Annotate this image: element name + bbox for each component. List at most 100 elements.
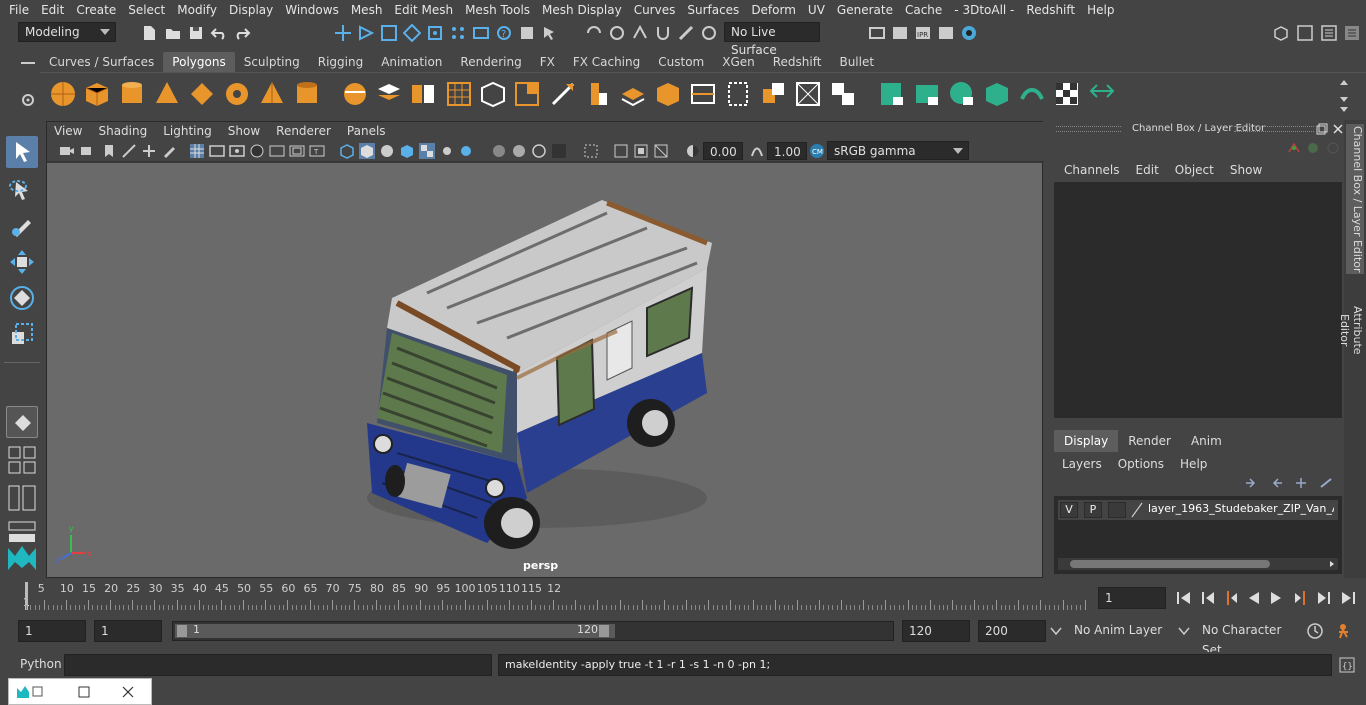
drag-handle-right[interactable] [1234, 126, 1314, 132]
combine-icon[interactable] [340, 79, 370, 109]
open-scene-icon[interactable] [164, 24, 182, 42]
gear-icon[interactable] [20, 92, 36, 108]
redo-icon[interactable] [233, 24, 251, 42]
menu-deform[interactable]: Deform [745, 0, 802, 20]
gamma-icon[interactable] [749, 143, 765, 159]
camera-attributes-icon[interactable] [80, 143, 96, 159]
menu-edit[interactable]: Edit [35, 0, 70, 20]
layout-four-button[interactable] [6, 444, 38, 476]
gamma-field[interactable]: 1.00 [767, 142, 807, 160]
snap-point-icon[interactable] [449, 24, 467, 42]
poly-torus-icon[interactable] [222, 79, 252, 109]
save-scene-icon[interactable] [187, 24, 205, 42]
options-menu[interactable]: Options [1110, 454, 1172, 474]
float-icon[interactable] [1316, 123, 1328, 135]
layer-color-swatch-icon[interactable] [1130, 502, 1144, 518]
xray-icon[interactable] [613, 143, 629, 159]
menu-mesh-tools[interactable]: Mesh Tools [459, 0, 536, 20]
menu-surfaces[interactable]: Surfaces [681, 0, 745, 20]
scene-start-field[interactable]: 1 [18, 620, 86, 642]
channel-list-area[interactable] [1054, 182, 1342, 418]
viewport-menu-show[interactable]: Show [220, 122, 268, 140]
rotate-tool[interactable] [6, 282, 38, 314]
menu-generate[interactable]: Generate [831, 0, 899, 20]
symmetry-icon[interactable] [585, 24, 603, 42]
textured-icon[interactable] [419, 143, 435, 159]
tab-rendering[interactable]: Rendering [451, 52, 530, 72]
color-management-icon[interactable]: CM [809, 143, 825, 159]
color-space-dropdown[interactable]: sRGB gamma [827, 141, 969, 160]
use-all-lights-icon[interactable] [439, 143, 455, 159]
maya-restore-icon[interactable] [15, 684, 45, 700]
poly-pyramid-icon[interactable] [257, 79, 287, 109]
scale-tool[interactable] [6, 318, 38, 350]
extract-icon[interactable] [408, 79, 438, 109]
new-layer-selected-icon[interactable] [1318, 476, 1334, 490]
mode-selector[interactable]: Modeling [18, 22, 116, 42]
select-component-icon[interactable] [380, 24, 398, 42]
select-object-icon[interactable] [357, 24, 375, 42]
layout-single-button[interactable] [6, 406, 38, 438]
multi-cut-icon[interactable] [548, 79, 578, 109]
menu-select[interactable]: Select [122, 0, 171, 20]
chevron-down-icon[interactable] [1050, 626, 1062, 636]
show-menu[interactable]: Show [1222, 162, 1270, 178]
input-output-icon[interactable] [518, 24, 536, 42]
channel-box-icon[interactable] [1343, 24, 1361, 42]
menu-icon[interactable] [20, 58, 36, 68]
layers-menu[interactable]: Layers [1054, 454, 1110, 474]
paint-select-tool[interactable] [6, 210, 38, 242]
collapse-icon[interactable] [793, 79, 823, 109]
playback-end-field[interactable]: 120 [902, 620, 970, 642]
snap-curve-icon[interactable] [426, 24, 444, 42]
poly-sphere-icon[interactable] [48, 79, 78, 109]
fill-hole-icon[interactable] [653, 79, 683, 109]
field-chart-icon[interactable] [269, 143, 285, 159]
play-forwards-icon[interactable] [1266, 588, 1286, 608]
range-end-handle[interactable] [599, 625, 609, 637]
exposure-field[interactable]: 0.00 [703, 142, 743, 160]
maximize-icon[interactable] [77, 685, 91, 699]
viewport-menu-lighting[interactable]: Lighting [155, 122, 220, 140]
menu-edit-mesh[interactable]: Edit Mesh [388, 0, 459, 20]
tab-bullet[interactable]: Bullet [830, 52, 883, 72]
range-start-handle[interactable] [177, 625, 187, 637]
live-surface-field[interactable]: No Live Surface [724, 22, 820, 57]
tab-fx[interactable]: FX [531, 52, 564, 72]
menu-mesh-display[interactable]: Mesh Display [536, 0, 628, 20]
tab-redshift[interactable]: Redshift [764, 52, 831, 72]
tab-polygons[interactable]: Polygons [163, 52, 235, 72]
channel-options-icon[interactable] [1286, 140, 1302, 156]
uv-shell-icon[interactable] [1087, 79, 1117, 109]
exposure-icon[interactable] [685, 143, 701, 159]
bookmark-icon[interactable] [101, 143, 117, 159]
snap-view-plane-icon[interactable] [472, 24, 490, 42]
layer-scrollbar-thumb[interactable] [1070, 560, 1270, 568]
playback-start-field[interactable]: 1 [94, 620, 162, 642]
layer-scrollbar[interactable] [1058, 558, 1338, 570]
channels-menu[interactable]: Channels [1056, 162, 1128, 178]
isolate-select-icon[interactable] [583, 143, 599, 159]
smooth-icon[interactable] [444, 79, 474, 109]
planar-mapping-icon[interactable] [877, 79, 907, 109]
xray-joints-icon[interactable] [633, 143, 649, 159]
xray-components-icon[interactable] [653, 143, 669, 159]
camera-icon[interactable] [59, 143, 75, 159]
magnet-icon[interactable] [654, 24, 672, 42]
go-to-start-icon[interactable] [1174, 588, 1194, 608]
menu-file[interactable]: File [0, 0, 35, 20]
automatic-mapping-icon[interactable] [982, 79, 1012, 109]
move-layer-down-icon[interactable] [1268, 476, 1284, 490]
image-plane-icon[interactable] [121, 143, 137, 159]
uv-editor-icon[interactable] [1017, 79, 1047, 109]
attribute-editor-icon[interactable] [1320, 24, 1338, 42]
paint-icon[interactable] [700, 24, 718, 42]
make-live-icon[interactable] [677, 24, 695, 42]
render-settings-icon[interactable] [937, 24, 955, 42]
layer-row[interactable]: V P layer_1963_Studebaker_ZIP_Van_Aged [1058, 500, 1338, 520]
checker-map-icon[interactable] [1052, 79, 1082, 109]
tab-custom[interactable]: Custom [649, 52, 713, 72]
menu-redshift[interactable]: Redshift [1020, 0, 1081, 20]
play-backwards-icon[interactable] [1244, 588, 1264, 608]
undo-icon[interactable] [210, 24, 228, 42]
